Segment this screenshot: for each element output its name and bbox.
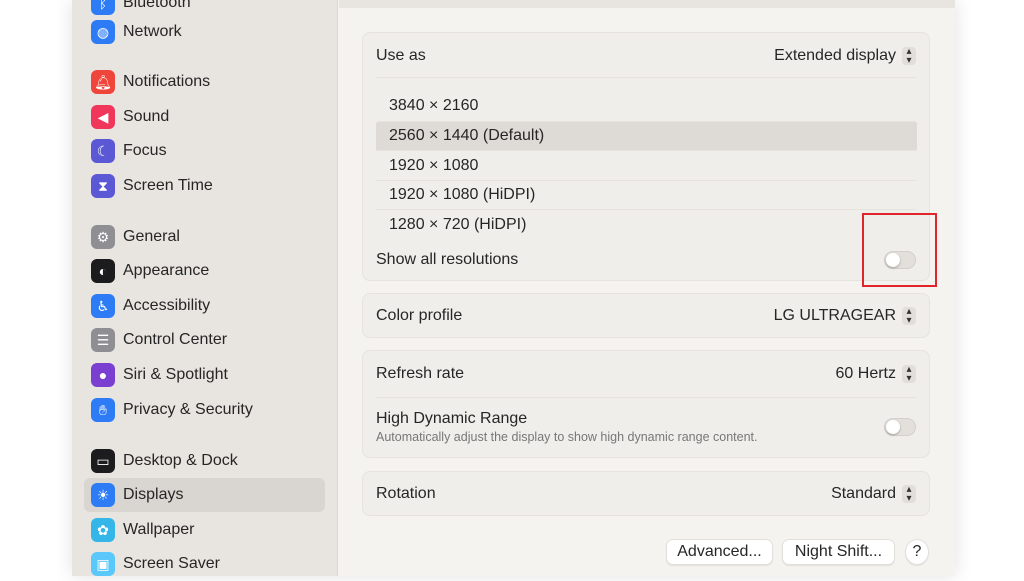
sidebar-item-label: Privacy & Security: [123, 401, 253, 418]
sidebar-item-accessibility[interactable]: ♿︎ Accessibility: [84, 289, 325, 323]
use-as-row: Use as Extended display ▴ ▾: [376, 43, 916, 69]
globe-icon: ◍: [91, 20, 115, 44]
use-as-label: Use as: [376, 47, 426, 64]
sidebar-item-screen-time[interactable]: ⧗ Screen Time: [84, 169, 325, 203]
show-all-resolutions-row: Show all resolutions: [376, 247, 916, 273]
refresh-rate-value: 60 Hertz: [835, 365, 896, 382]
hand-icon: ✋︎: [91, 398, 115, 422]
displays-pane: Use as Extended display ▴ ▾ 3840 × 2160 256…: [339, 0, 955, 576]
night-shift-button[interactable]: Night Shift...: [782, 539, 895, 565]
chevron-updown-icon: ▴ ▾: [902, 307, 916, 326]
sidebar-item-siri-spotlight[interactable]: ● Siri & Spotlight: [84, 358, 325, 392]
moon-icon: ☾: [91, 139, 115, 163]
sun-icon: ☀: [91, 483, 115, 507]
speaker-icon: ◀: [91, 105, 115, 129]
help-button[interactable]: ?: [905, 539, 929, 565]
refresh-rate-label: Refresh rate: [376, 365, 465, 382]
screensaver-icon: ▣: [91, 552, 115, 576]
hdr-label: High Dynamic Range: [376, 410, 528, 427]
sidebar-item-network[interactable]: ◍ Network: [84, 15, 325, 49]
sidebar-item-label: Screen Saver: [123, 555, 220, 572]
color-profile-select[interactable]: LG ULTRAGEAR ▴ ▾: [773, 307, 916, 326]
sidebar-item-desktop-dock[interactable]: ▭ Desktop & Dock: [84, 444, 325, 478]
refresh-hdr-card: Refresh rate 60 Hertz ▴ ▾ High Dynamic Ran…: [362, 350, 930, 458]
divider: [376, 77, 916, 78]
resolution-option[interactable]: 3840 × 2160: [376, 91, 917, 121]
sidebar-item-label: Notifications: [123, 73, 211, 90]
sidebar: ᛒ Bluetooth ◍ Network 🔔︎ Notifications ◀ Sound ☾…: [72, 0, 338, 576]
dock-icon: ▭: [91, 449, 115, 473]
color-profile-card: Color profile LG ULTRAGEAR ▴ ▾: [362, 293, 930, 338]
rotation-label: Rotation: [376, 485, 436, 502]
rotation-select[interactable]: Standard ▴ ▾: [831, 485, 916, 504]
sidebar-item-label: Screen Time: [123, 177, 213, 194]
sidebar-item-label: Focus: [123, 142, 167, 159]
sidebar-item-label: Sound: [123, 108, 170, 125]
resolution-option[interactable]: 1920 × 1080 (HiDPI): [376, 179, 917, 210]
toggles-icon: ☰: [91, 328, 115, 352]
color-profile-value: LG ULTRAGEAR: [773, 307, 896, 324]
sidebar-item-displays[interactable]: ☀ Displays: [84, 478, 325, 512]
resolution-option[interactable]: 1920 × 1080: [376, 150, 917, 180]
bluetooth-icon: ᛒ: [91, 0, 115, 15]
use-as-value: Extended display: [774, 47, 896, 64]
chevron-updown-icon: ▴ ▾: [902, 485, 916, 504]
resolution-option[interactable]: 1280 × 720 (HiDPI): [376, 209, 917, 239]
gear-icon: ⚙: [91, 225, 115, 249]
resolution-option[interactable]: 2560 × 1440 (Default): [376, 120, 917, 151]
sidebar-item-label: Appearance: [123, 262, 210, 279]
sidebar-item-control-center[interactable]: ☰ Control Center: [84, 323, 325, 357]
hourglass-icon: ⧗: [91, 174, 115, 198]
divider: [376, 397, 916, 398]
chevron-updown-icon: ▴ ▾: [902, 47, 916, 66]
sidebar-item-label: Network: [123, 23, 182, 40]
chevron-updown-icon: ▴ ▾: [902, 365, 916, 384]
use-as-select[interactable]: Extended display ▴ ▾: [774, 47, 916, 66]
advanced-button[interactable]: Advanced...: [666, 539, 773, 565]
sidebar-item-appearance[interactable]: ◐ Appearance: [84, 254, 325, 288]
sidebar-item-label: Control Center: [123, 331, 228, 348]
accessibility-icon: ♿︎: [91, 294, 115, 318]
display-arrangement-strip: [339, 0, 955, 8]
siri-icon: ●: [91, 363, 115, 387]
rotation-value: Standard: [831, 485, 896, 502]
sidebar-item-label: Displays: [123, 486, 184, 503]
sidebar-item-label: Wallpaper: [123, 521, 195, 538]
rotation-card: Rotation Standard ▴ ▾: [362, 471, 930, 516]
color-profile-label: Color profile: [376, 307, 463, 324]
sidebar-item-sound[interactable]: ◀ Sound: [84, 100, 325, 134]
sidebar-item-privacy-security[interactable]: ✋︎ Privacy & Security: [84, 393, 325, 427]
sidebar-item-label: General: [123, 228, 180, 245]
sidebar-item-focus[interactable]: ☾ Focus: [84, 134, 325, 168]
refresh-rate-select[interactable]: 60 Hertz ▴ ▾: [835, 365, 916, 384]
sidebar-item-notifications[interactable]: 🔔︎ Notifications: [84, 65, 325, 99]
sidebar-item-label: Desktop & Dock: [123, 452, 238, 469]
sidebar-item-label: Siri & Spotlight: [123, 366, 228, 383]
appearance-icon: ◐: [91, 259, 115, 283]
show-all-resolutions-label: Show all resolutions: [376, 251, 519, 268]
hdr-toggle[interactable]: [884, 418, 916, 436]
hdr-description: Automatically adjust the display to show…: [376, 430, 758, 444]
sidebar-item-general[interactable]: ⚙ General: [84, 220, 325, 254]
highlight-box: [862, 213, 937, 287]
flower-icon: ✿: [91, 518, 115, 542]
bell-icon: 🔔︎: [91, 70, 115, 94]
sidebar-item-wallpaper[interactable]: ✿ Wallpaper: [84, 513, 325, 547]
sidebar-item-label: Bluetooth: [123, 0, 191, 11]
sidebar-item-label: Accessibility: [123, 297, 211, 314]
display-settings-card: Use as Extended display ▴ ▾ 3840 × 2160 256…: [362, 32, 930, 281]
